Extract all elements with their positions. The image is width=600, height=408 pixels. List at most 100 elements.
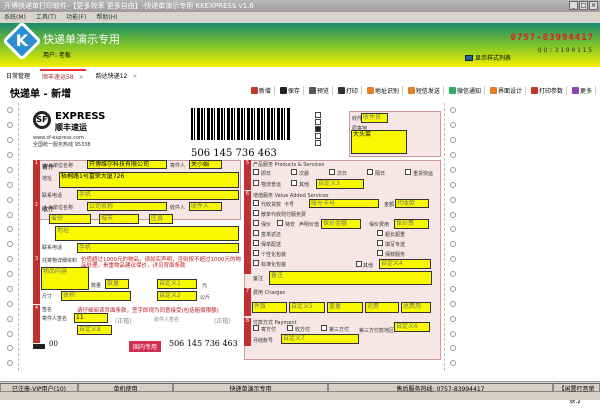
charge-field[interactable]: 重量 (327, 302, 363, 313)
volume-field[interactable]: 体积 (61, 291, 131, 301)
status-link[interactable]: 【闲置打音荣获.】 (553, 383, 600, 405)
close-tab-icon[interactable]: × (79, 74, 84, 81)
special-checkbox[interactable] (277, 220, 283, 226)
tab-sf[interactable]: 顺丰速运58 × (40, 68, 86, 82)
close-button[interactable]: × (589, 1, 598, 10)
product-checkbox[interactable] (329, 169, 335, 175)
custom4-field[interactable]: 自定义4 (379, 259, 431, 269)
service-checkbox[interactable] (253, 220, 259, 226)
cod-checkbox[interactable] (253, 200, 259, 206)
sender-contact-select[interactable]: 关小娟 (189, 160, 222, 169)
tab-yunda[interactable]: 韵达快递12 × (96, 71, 138, 80)
city-field[interactable]: 城市 (99, 214, 139, 224)
receiver-phone-field[interactable]: 手机 (77, 243, 239, 253)
menu-system[interactable]: 系统(M) (4, 12, 26, 23)
receiver-contact-select[interactable]: 收件人 (189, 202, 222, 211)
wechat-notify-button[interactable]: 微信通知 (448, 86, 485, 95)
insure-fee-field[interactable]: 保价费 (394, 219, 429, 229)
perforation-hole (450, 360, 456, 367)
menu-function[interactable]: 功能(F) (66, 12, 86, 23)
print-settings-button[interactable]: 打印参数 (530, 86, 567, 95)
quantity-field[interactable]: 数量 (105, 279, 129, 289)
close-tab-icon[interactable]: × (132, 73, 137, 80)
other-label: 其他 (363, 263, 374, 269)
style-list-button[interactable]: 显示样式列表 (465, 53, 511, 62)
service-label: 填写专送 (385, 242, 406, 248)
product-checkbox[interactable] (405, 169, 411, 175)
company-label: 单位名称 (53, 163, 74, 169)
save-button[interactable]: 保存 (279, 86, 304, 95)
sender-sign-field[interactable]: 11 (74, 313, 108, 323)
service-checkbox[interactable] (253, 250, 259, 256)
menu-help[interactable]: 帮助(H) (96, 12, 117, 23)
perforation-left (5, 103, 15, 371)
checkbox[interactable] (315, 119, 321, 125)
more-button[interactable]: 更多 (571, 86, 596, 95)
district-field[interactable]: 区县 (149, 214, 173, 224)
service-checkbox[interactable] (253, 210, 259, 216)
declared-label: 声明价值 (299, 222, 320, 228)
receiver-address-field[interactable]: 地址 (55, 226, 239, 241)
sender-phone-field[interactable]: 手机 (77, 190, 239, 200)
card-number-field[interactable]: 账号卡号 (309, 199, 379, 208)
declared-value-field[interactable]: 保价金额 (321, 219, 361, 229)
custom1-field[interactable]: 自定义1 (157, 279, 197, 289)
sms-send-button[interactable]: 短信发送 (407, 86, 444, 95)
charge-field[interactable]: 自定义5 (289, 302, 325, 313)
origin-field[interactable]: 大头菜 (351, 130, 407, 154)
service-checkbox[interactable] (377, 230, 383, 236)
charge-field[interactable]: 总费用 (401, 302, 431, 313)
window-title: 开博快递单打印软件-【更多效率 更多自由】-快递单演示专用 KKEXPRESS … (4, 2, 254, 10)
remark-field[interactable]: 备注 (269, 271, 432, 285)
address-recognize-button[interactable]: 地址识别 (366, 86, 403, 95)
other-checkbox[interactable] (356, 261, 362, 267)
third-party-region-label: 第三方付款地区 (359, 328, 395, 334)
payment-checkbox[interactable] (253, 325, 259, 331)
minimize-button[interactable]: _ (569, 1, 578, 10)
product-checkbox[interactable] (253, 180, 259, 186)
preview-button[interactable]: 预览 (308, 86, 333, 95)
receiver-company-select[interactable]: 公司名称 (87, 202, 167, 211)
maximize-button[interactable]: □ (579, 1, 588, 10)
province-field[interactable]: 省份 (49, 214, 91, 224)
payment-checkbox[interactable] (287, 325, 293, 331)
sender-address-field[interactable]: 梧桐路1号富荣大厦726 (59, 172, 239, 188)
charge-field[interactable]: 件数 (252, 302, 287, 313)
custom7-field[interactable]: 自定义7 (281, 334, 359, 344)
print-button[interactable]: 打印 (337, 86, 362, 95)
perforation-hole (7, 137, 13, 144)
payment-checkbox[interactable] (321, 325, 327, 331)
hotline: 全国统一服务热线 95338 (33, 142, 91, 148)
custom6-field[interactable]: 自定义6 (394, 322, 430, 332)
service-checkbox[interactable] (377, 250, 383, 256)
goods-content-field[interactable]: 物品内容 (41, 267, 89, 290)
checkbox[interactable] (315, 140, 321, 146)
custom2-field[interactable]: 自定义2 (157, 291, 197, 301)
new-button[interactable]: 新增 (250, 86, 275, 95)
sms-send-icon (407, 87, 415, 94)
menu-tools[interactable]: 工具(T) (36, 12, 56, 23)
service-checkbox[interactable] (253, 230, 259, 236)
layout-design-button[interactable]: 界面设计 (489, 86, 526, 95)
product-checkbox[interactable] (253, 169, 259, 175)
charge-field[interactable]: 运费 (365, 302, 399, 313)
cod-amount-field[interactable]: 代收款 (395, 199, 429, 208)
banner: K 快递单演示专用 用户: 老板 显示样式列表 0757-83994417 QQ… (0, 21, 600, 67)
checkbox[interactable] (315, 133, 321, 139)
footer-code: 00 (49, 340, 58, 348)
service-checkbox[interactable] (377, 240, 383, 246)
checkbox[interactable] (315, 112, 321, 118)
product-checkbox[interactable] (291, 180, 297, 186)
sender-company-select[interactable]: 开博维尔科技有限公司 (87, 160, 167, 169)
status-bar: 已注册-VIP用户(10) 单机使用 快递单演示专用 售后服务热线: 0757-… (0, 381, 600, 405)
tab-daily[interactable]: 日常管理 (6, 71, 30, 80)
custom8-field[interactable]: 自定义8 (77, 325, 112, 335)
service-checkbox[interactable] (253, 240, 259, 246)
custom3-field[interactable]: 自定义3 (316, 179, 364, 189)
product-checkbox[interactable] (367, 169, 373, 175)
recipient-field[interactable]: 收件员 (361, 113, 388, 123)
checkbox[interactable] (315, 126, 321, 132)
product-checkbox[interactable] (291, 169, 297, 175)
perforation-hole (7, 330, 13, 337)
service-checkbox[interactable] (253, 260, 259, 266)
